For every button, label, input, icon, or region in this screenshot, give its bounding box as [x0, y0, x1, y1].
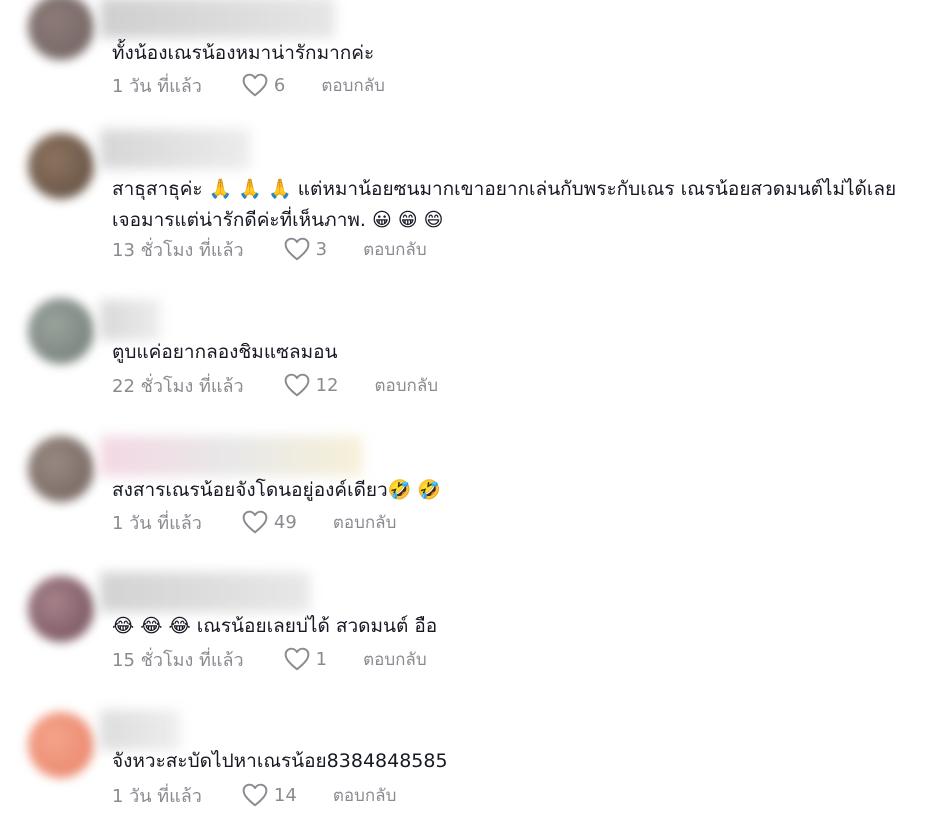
comment-meta: 13 ชั่วโมง ที่แล้ว 3 ตอบกลับ	[112, 235, 427, 263]
comment-meta: 1 วัน ที่แล้ว 49 ตอบกลับ	[112, 508, 396, 536]
comment-text: สงสารเณรน้อยจังโดนอยู่องค์เดียว🤣 🤣	[112, 479, 442, 501]
avatar[interactable]	[28, 0, 94, 60]
avatar[interactable]	[28, 133, 94, 199]
avatar[interactable]	[28, 712, 94, 778]
comment-text: ทั้งน้องเณรน้องหมาน่ารักมากค่ะ	[112, 42, 375, 64]
timestamp: 22 ชั่วโมง ที่แล้ว	[112, 375, 244, 397]
like-button[interactable]: 49	[242, 510, 297, 534]
avatar[interactable]	[28, 436, 94, 502]
like-count: 6	[273, 74, 286, 96]
timestamp: 1 วัน ที่แล้ว	[112, 512, 202, 534]
like-button[interactable]: 6	[242, 73, 285, 97]
comment-text: จังหวะสะบัดไปหาเณรน้อย8384848585	[112, 750, 448, 772]
comment-meta: 15 ชั่วโมง ที่แล้ว 1 ตอบกลับ	[112, 645, 427, 673]
like-count: 12	[315, 374, 339, 396]
username-blurred[interactable]	[100, 572, 310, 612]
comment-meta: 1 วัน ที่แล้ว 6 ตอบกลับ	[112, 71, 385, 99]
reply-button[interactable]: ตอบกลับ	[321, 72, 385, 99]
like-count: 49	[273, 511, 297, 533]
reply-button[interactable]: ตอบกลับ	[363, 236, 427, 263]
comment-text: สาธุสาธุค่ะ 🙏 🙏 🙏 แต่หมาน้อยซนมากเขาอยาก…	[112, 178, 897, 231]
like-count: 3	[315, 238, 328, 260]
heart-icon	[284, 373, 309, 397]
username-blurred[interactable]	[100, 436, 362, 476]
username-blurred[interactable]	[100, 129, 250, 169]
comment-meta: 1 วัน ที่แล้ว 14 ตอบกลับ	[112, 781, 396, 809]
like-button[interactable]: 3	[284, 237, 327, 261]
like-button[interactable]: 1	[284, 647, 327, 671]
avatar[interactable]	[28, 298, 94, 364]
username-blurred[interactable]	[100, 300, 160, 340]
reply-button[interactable]: ตอบกลับ	[333, 509, 397, 536]
like-count: 14	[273, 784, 297, 806]
username-blurred[interactable]	[100, 0, 335, 38]
heart-icon	[284, 237, 309, 261]
timestamp: 15 ชั่วโมง ที่แล้ว	[112, 649, 244, 671]
timestamp: 1 วัน ที่แล้ว	[112, 75, 202, 97]
heart-icon	[242, 510, 268, 534]
comment-text: 😂 😂 😂 เณรน้อยเลยบ่ได้ สวดมนต์ อือ	[112, 615, 438, 637]
heart-icon	[242, 783, 268, 807]
avatar[interactable]	[28, 576, 94, 642]
comment-meta: 22 ชั่วโมง ที่แล้ว 12 ตอบกลับ	[112, 371, 438, 399]
timestamp: 1 วัน ที่แล้ว	[112, 785, 202, 807]
heart-icon	[284, 647, 309, 671]
timestamp: 13 ชั่วโมง ที่แล้ว	[112, 239, 244, 261]
reply-button[interactable]: ตอบกลับ	[375, 372, 439, 399]
comment-text: ตูบแค่อยากลองชิมแซลมอน	[112, 341, 338, 363]
heart-icon	[242, 73, 268, 97]
username-blurred[interactable]	[100, 710, 180, 750]
like-count: 1	[315, 648, 328, 670]
like-button[interactable]: 12	[284, 373, 339, 397]
like-button[interactable]: 14	[242, 783, 297, 807]
reply-button[interactable]: ตอบกลับ	[363, 646, 427, 673]
reply-button[interactable]: ตอบกลับ	[333, 782, 397, 809]
